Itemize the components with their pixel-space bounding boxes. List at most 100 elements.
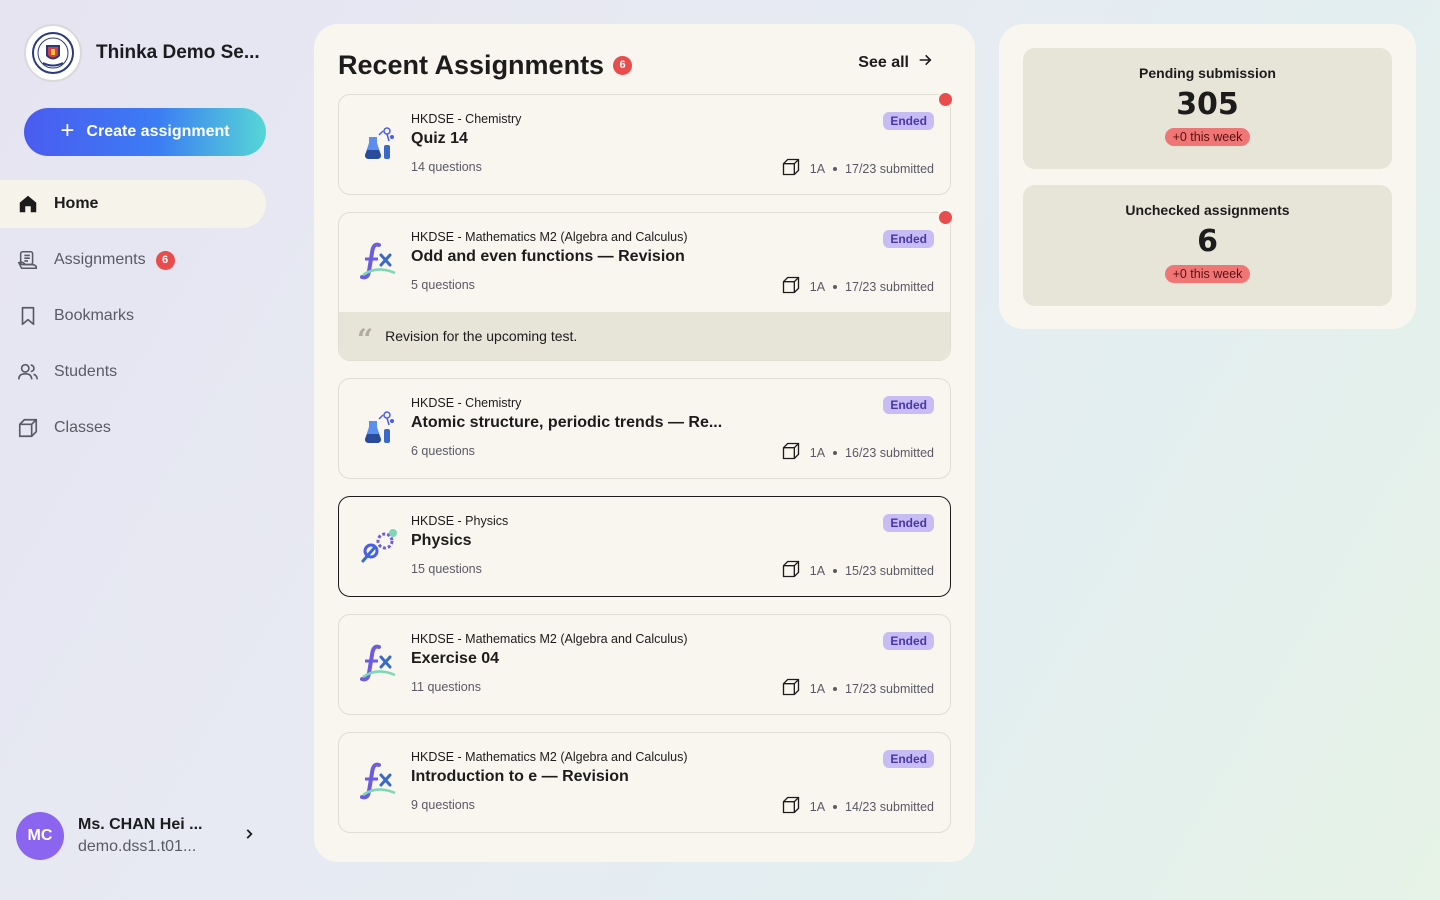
assignment-subject: HKDSE - Chemistry — [411, 112, 522, 126]
assignment-card[interactable]: HKDSE - Mathematics M2 (Algebra and Calc… — [338, 732, 951, 833]
page-title: Recent Assignments — [338, 49, 605, 80]
students-icon — [16, 360, 40, 384]
sidebar: Thinka Demo Se... + Create assignment Ho… — [0, 0, 290, 900]
status-badge: Ended — [883, 112, 934, 130]
separator-dot — [833, 284, 838, 289]
assignment-title: Physics — [411, 532, 472, 549]
submission-meta: 1A 17/23 submitted — [780, 275, 934, 298]
question-count: 5 questions — [411, 278, 475, 292]
nav-label-students: Students — [54, 363, 118, 380]
unread-indicator — [937, 91, 954, 108]
submission-meta: 1A 15/23 submitted — [780, 559, 934, 582]
submission-meta: 1A 17/23 submitted — [780, 157, 934, 180]
nav-item-assignments[interactable]: Assignments 6 — [0, 236, 266, 284]
bookmark-icon — [16, 304, 40, 328]
question-count: 6 questions — [411, 444, 475, 458]
assignment-card[interactable]: HKDSE - Mathematics M2 (Algebra and Calc… — [338, 614, 951, 715]
assignment-subject: HKDSE - Mathematics M2 (Algebra and Calc… — [411, 632, 688, 646]
question-count: 15 questions — [411, 562, 482, 576]
user-email: demo.dss1.t01... — [78, 838, 197, 855]
home-icon — [16, 192, 40, 216]
class-name: 1A — [809, 161, 826, 176]
submitted-count: 14/23 submitted — [845, 799, 934, 814]
nav-item-bookmarks[interactable]: Bookmarks — [0, 292, 266, 340]
unread-indicator — [937, 209, 954, 226]
math-function-icon — [359, 241, 399, 281]
submitted-count: 16/23 submitted — [845, 445, 934, 460]
class-cube-icon — [780, 795, 802, 818]
submitted-count: 17/23 submitted — [845, 279, 934, 294]
nav-label-classes: Classes — [54, 419, 111, 436]
class-name: 1A — [809, 445, 826, 460]
separator-dot — [833, 686, 838, 691]
create-assignment-label: Create assignment — [86, 123, 230, 140]
assignments-icon — [16, 248, 40, 272]
nav-item-classes[interactable]: Classes — [0, 404, 266, 452]
class-name: 1A — [809, 563, 826, 578]
stat-value: 305 — [1176, 87, 1239, 122]
nav-label-home: Home — [54, 195, 99, 212]
stat-delta-badge: +0 this week — [1164, 128, 1251, 146]
math-function-icon — [359, 761, 399, 801]
nav-item-home[interactable]: Home — [0, 180, 266, 228]
class-cube-icon — [780, 559, 802, 582]
assignment-subject: HKDSE - Chemistry — [411, 396, 522, 410]
class-name: 1A — [809, 681, 826, 696]
note-text: Revision for the upcoming test. — [385, 328, 578, 344]
school-logo-icon — [24, 24, 82, 82]
assignment-title: Quiz 14 — [411, 130, 468, 147]
school-name: Thinka Demo Se... — [96, 42, 260, 63]
assignment-subject: HKDSE - Mathematics M2 (Algebra and Calc… — [411, 750, 688, 764]
assignment-card[interactable]: HKDSE - Mathematics M2 (Algebra and Calc… — [338, 209, 954, 361]
status-badge: Ended — [883, 514, 934, 532]
assignment-card[interactable]: HKDSE - Chemistry Atomic structure, peri… — [338, 378, 951, 479]
class-cube-icon — [780, 275, 802, 298]
question-count: 9 questions — [411, 798, 475, 812]
stat-value: 6 — [1197, 224, 1218, 259]
nav-label-assignments: Assignments — [54, 251, 146, 268]
create-assignment-button[interactable]: + Create assignment — [24, 108, 266, 156]
status-badge: Ended — [883, 396, 934, 414]
status-badge: Ended — [883, 230, 934, 248]
class-name: 1A — [809, 279, 826, 294]
submission-meta: 1A 16/23 submitted — [780, 441, 934, 464]
separator-dot — [833, 166, 838, 171]
submission-meta: 1A 17/23 submitted — [780, 677, 934, 700]
assignment-card[interactable]: HKDSE - Physics Physics 15 questions End… — [338, 496, 951, 597]
math-function-icon — [359, 643, 399, 683]
assignment-card[interactable]: HKDSE - Chemistry Quiz 14 14 questions E… — [338, 91, 954, 195]
user-profile[interactable]: MC Ms. CHAN Hei ... demo.dss1.t01... — [16, 812, 256, 860]
classes-icon — [16, 416, 40, 440]
pending-submission-card[interactable]: Pending submission 305 +0 this week — [1023, 48, 1392, 169]
assignment-title: Atomic structure, periodic trends — Re..… — [411, 414, 723, 431]
assignment-subject: HKDSE - Physics — [411, 514, 509, 528]
plus-icon: + — [60, 117, 75, 144]
unchecked-assignments-card[interactable]: Unchecked assignments 6 +0 this week — [1023, 185, 1392, 306]
brand[interactable]: Thinka Demo Se... — [24, 24, 266, 82]
stat-delta-badge: +0 this week — [1164, 265, 1251, 283]
assignment-subject: HKDSE - Mathematics M2 (Algebra and Calc… — [411, 230, 688, 244]
see-all-link[interactable]: See all — [858, 52, 933, 73]
quote-icon: “ — [357, 323, 374, 356]
avatar: MC — [16, 812, 64, 860]
status-badge: Ended — [883, 632, 934, 650]
assignments-count-badge: 6 — [155, 250, 175, 270]
chemistry-icon — [359, 123, 399, 163]
question-count: 14 questions — [411, 160, 482, 174]
assignment-note: “ Revision for the upcoming test. — [339, 312, 950, 360]
class-cube-icon — [780, 441, 802, 464]
submitted-count: 15/23 submitted — [845, 563, 934, 578]
see-all-label: See all — [858, 53, 909, 71]
recent-assignments-panel: Recent Assignments 6 See all HKDSE - Che… — [314, 24, 975, 862]
assignment-title: Odd and even functions — Revision — [411, 248, 685, 265]
main-nav: Home Assignments 6 Bookmarks Students Cl… — [0, 180, 266, 460]
physics-icon — [359, 525, 399, 565]
stat-label: Unchecked assignments — [1125, 202, 1290, 218]
chemistry-icon — [359, 407, 399, 447]
class-cube-icon — [780, 157, 802, 180]
assignment-title: Introduction to e — Revision — [411, 768, 629, 785]
recent-count-badge: 6 — [613, 55, 633, 75]
stats-panel: Pending submission 305 +0 this week Unch… — [999, 24, 1416, 329]
nav-label-bookmarks: Bookmarks — [54, 307, 135, 324]
nav-item-students[interactable]: Students — [0, 348, 266, 396]
